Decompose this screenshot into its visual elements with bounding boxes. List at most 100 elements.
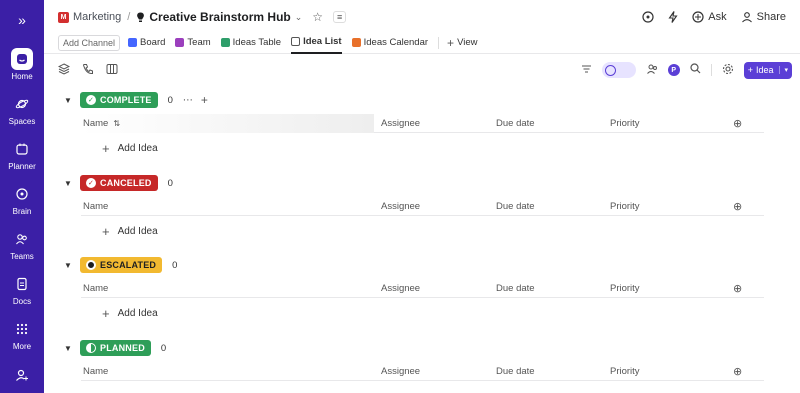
- column-priority[interactable]: Priority: [610, 283, 640, 294]
- column-priority[interactable]: Priority: [610, 366, 640, 377]
- sidebar-item-label: Brain: [12, 207, 32, 216]
- check-circle-icon: [604, 64, 616, 76]
- caret-down-icon[interactable]: ▼: [64, 261, 80, 270]
- status-badge[interactable]: PLANNED: [80, 340, 151, 356]
- ask-button[interactable]: Ask: [692, 11, 727, 23]
- add-channel-button[interactable]: Add Channel: [58, 34, 121, 51]
- status-badge[interactable]: ✓ COMPLETE: [80, 92, 158, 108]
- status-label: ESCALATED: [100, 260, 157, 270]
- add-column-icon[interactable]: ⊕: [733, 200, 742, 213]
- add-person-icon[interactable]: [15, 368, 29, 385]
- breadcrumb-workspace[interactable]: Marketing: [73, 11, 121, 23]
- column-header-row: Name Assignee Due date Priority ⊕: [81, 279, 764, 298]
- lightning-icon[interactable]: [668, 11, 678, 23]
- tab-ideas-calendar[interactable]: Ideas Calendar: [351, 32, 429, 54]
- idea-button-label: Idea: [755, 65, 774, 75]
- caret-down-icon[interactable]: ▼: [64, 179, 80, 188]
- calendar-icon: [11, 138, 33, 160]
- more-icon[interactable]: ⋯: [183, 95, 193, 106]
- team-icon: [175, 38, 185, 47]
- column-name[interactable]: Name: [83, 283, 108, 294]
- column-name[interactable]: Name: [83, 201, 108, 212]
- board-icon: [128, 38, 138, 47]
- layers-icon[interactable]: [57, 62, 71, 78]
- status-label: CANCELED: [100, 178, 152, 188]
- add-view-button[interactable]: + View: [447, 32, 477, 54]
- chevron-down-icon[interactable]: ▾: [779, 66, 788, 74]
- column-header-row: Name ⇅ Assignee Due date Priority ⊕: [81, 113, 764, 133]
- avatar[interactable]: P: [667, 64, 680, 76]
- assignees-icon[interactable]: [646, 63, 658, 78]
- plus-icon[interactable]: +: [201, 93, 208, 107]
- share-button[interactable]: Share: [741, 11, 786, 23]
- caret-down-icon[interactable]: ▼: [64, 344, 80, 353]
- plus-icon: +: [447, 35, 455, 50]
- list-icon: [291, 37, 301, 46]
- grid-icon: [11, 318, 33, 340]
- tab-label: Idea List: [303, 36, 342, 47]
- columns-icon[interactable]: [106, 63, 118, 78]
- add-idea-row[interactable]: + Add Idea: [102, 224, 158, 239]
- column-assignee[interactable]: Assignee: [381, 201, 420, 212]
- search-icon[interactable]: [690, 63, 701, 77]
- add-column-icon[interactable]: ⊕: [733, 282, 742, 295]
- column-due-date[interactable]: Due date: [496, 201, 535, 212]
- sidebar-item-teams[interactable]: Teams: [0, 228, 44, 261]
- sidebar-item-more[interactable]: More: [0, 318, 44, 351]
- filter-icon[interactable]: [581, 64, 592, 77]
- header-actions: Ask Share: [642, 0, 786, 34]
- page-title[interactable]: Creative Brainstorm Hub: [149, 10, 290, 24]
- bulb-icon: [136, 12, 145, 23]
- column-priority[interactable]: Priority: [610, 201, 640, 212]
- column-assignee[interactable]: Assignee: [381, 118, 420, 129]
- add-idea-row[interactable]: + Add Idea: [102, 306, 158, 321]
- doc-icon: [11, 273, 33, 295]
- phone-icon[interactable]: [82, 63, 94, 78]
- column-due-date[interactable]: Due date: [496, 283, 535, 294]
- divider: [438, 36, 440, 49]
- tab-label: Ideas Calendar: [363, 37, 429, 48]
- sidebar-item-label: Planner: [8, 162, 36, 171]
- add-idea-label: Add Idea: [117, 143, 158, 154]
- column-assignee[interactable]: Assignee: [381, 283, 420, 294]
- sidebar-item-docs[interactable]: Docs: [0, 273, 44, 306]
- tab-ideas-table[interactable]: Ideas Table: [220, 32, 281, 54]
- sidebar-item-home[interactable]: Home: [0, 48, 44, 81]
- add-idea-button[interactable]: + Idea ▾: [743, 61, 792, 79]
- sidebar-item-spaces[interactable]: Spaces: [0, 93, 44, 126]
- gear-icon[interactable]: [722, 63, 734, 78]
- sidebar-item-brain[interactable]: Brain: [0, 183, 44, 216]
- star-icon[interactable]: ☆: [312, 10, 323, 24]
- status-badge[interactable]: ESCALATED: [80, 257, 163, 273]
- add-column-icon[interactable]: ⊕: [733, 365, 742, 378]
- column-due-date[interactable]: Due date: [496, 366, 535, 377]
- half-circle-icon: [86, 343, 96, 353]
- column-due-date[interactable]: Due date: [496, 118, 535, 129]
- sidebar-item-label: Spaces: [8, 117, 36, 126]
- check-circle-icon: ✓: [86, 178, 96, 188]
- double-chevron-right-icon[interactable]: »: [18, 0, 26, 40]
- add-column-icon[interactable]: ⊕: [733, 117, 742, 130]
- status-badge[interactable]: ✓ CANCELED: [80, 175, 158, 191]
- column-name[interactable]: Name: [83, 366, 108, 377]
- column-header-row: Name Assignee Due date Priority ⊕: [81, 197, 764, 216]
- plus-icon: +: [102, 306, 110, 321]
- column-priority[interactable]: Priority: [610, 118, 640, 129]
- sort-icon: ⇅: [113, 118, 121, 128]
- tab-board[interactable]: Board: [128, 32, 165, 54]
- description-icon[interactable]: ≡: [333, 11, 347, 23]
- tab-team[interactable]: Team: [175, 32, 211, 54]
- header: M Marketing / Creative Brainstorm Hub ⌄ …: [44, 0, 800, 34]
- me-mode-toggle[interactable]: [601, 62, 636, 78]
- column-name[interactable]: Name ⇅: [81, 113, 374, 133]
- add-idea-label: Add Idea: [117, 226, 158, 237]
- column-assignee[interactable]: Assignee: [381, 366, 420, 377]
- toolbar: P + Idea ▾: [44, 56, 800, 84]
- caret-down-icon[interactable]: ▼: [64, 96, 80, 105]
- sidebar-item-planner[interactable]: Planner: [0, 138, 44, 171]
- chevron-down-icon[interactable]: ⌄: [295, 12, 303, 23]
- tab-idea-list[interactable]: Idea List: [291, 32, 342, 54]
- ai-icon[interactable]: [642, 11, 654, 23]
- add-idea-row[interactable]: + Add Idea: [102, 141, 158, 156]
- sidebar-item-label: More: [12, 342, 32, 351]
